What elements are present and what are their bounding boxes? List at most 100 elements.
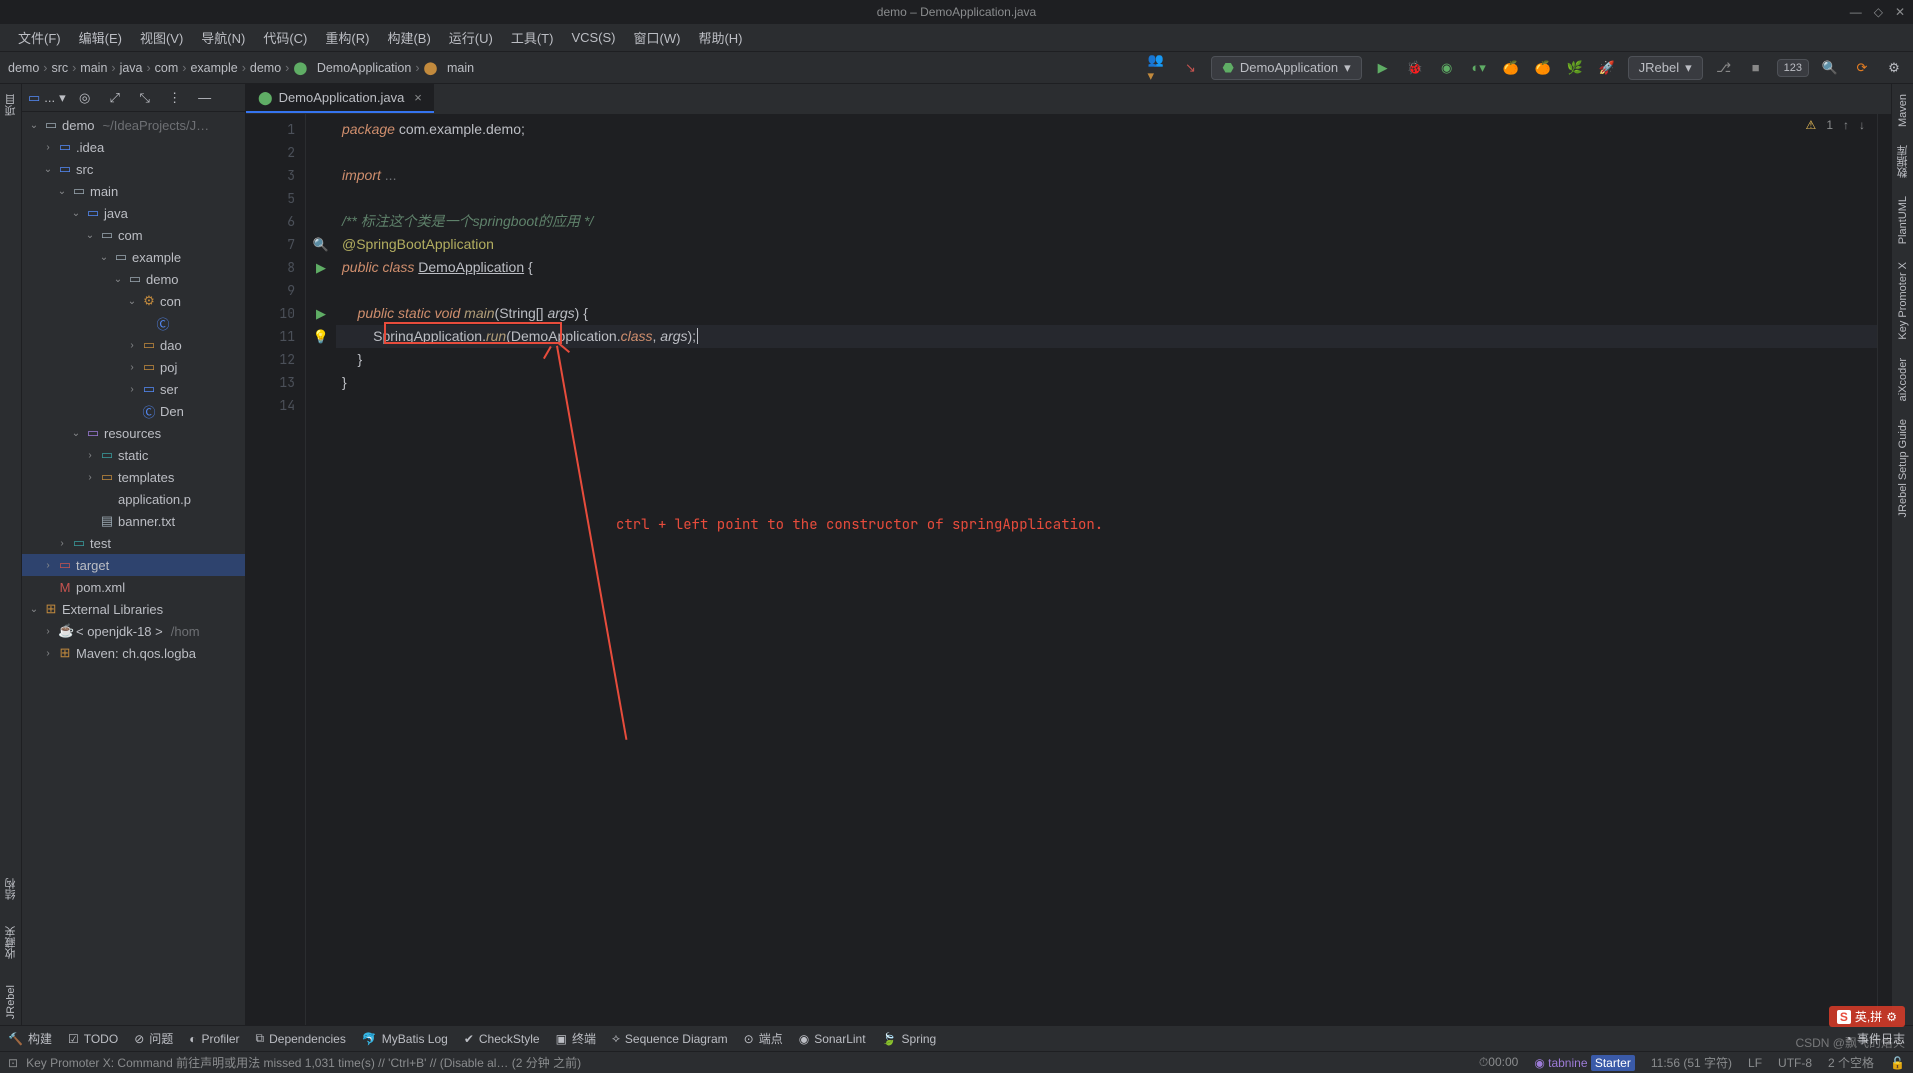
tool-todo[interactable]: ☑TODO (68, 1032, 118, 1046)
tree-row[interactable]: ⌄▭resources (22, 422, 245, 444)
tool-spring[interactable]: 🍃Spring (882, 1032, 937, 1046)
sidebar-tab-database[interactable]: 数据库 (1895, 139, 1911, 184)
tree-row[interactable]: ⌄▭demo (22, 268, 245, 290)
inspection-widget[interactable]: ⚠ 1 ↑ ↓ (1806, 118, 1865, 132)
tree-row[interactable]: ⌄⊞External Libraries (22, 598, 245, 620)
tool-checkstyle[interactable]: ✔CheckStyle (464, 1032, 540, 1046)
crumb-demo[interactable]: demo (8, 61, 39, 75)
menu-help[interactable]: 帮助(H) (690, 25, 750, 50)
status-lock-icon[interactable]: 🔓 (1890, 1056, 1905, 1070)
profile-button[interactable]: ◐▾ (1468, 57, 1490, 79)
error-stripe[interactable] (1877, 114, 1891, 1025)
rocket-icon[interactable]: 🚀 (1596, 57, 1618, 79)
hammer-icon[interactable]: ↘ (1179, 57, 1201, 79)
tree-row[interactable]: application.p (22, 488, 245, 510)
sidebar-tab-keypromoter[interactable]: Key Promoter X (1897, 256, 1909, 346)
menu-file[interactable]: 文件(F) (10, 25, 69, 50)
sidebar-tab-aixcoder[interactable]: aiXcoder (1897, 352, 1909, 407)
crumb-demo-pkg[interactable]: demo (250, 61, 281, 75)
notification-count[interactable]: 123 (1777, 59, 1809, 77)
stop-button[interactable]: ■ (1745, 57, 1767, 79)
target-icon[interactable]: ◎ (74, 87, 96, 109)
tree-row[interactable]: Ⓒ (22, 312, 245, 334)
crumb-src[interactable]: src (51, 61, 68, 75)
run-gutter-icon[interactable]: ▶ (316, 260, 326, 276)
tree-row[interactable]: ⒸDen (22, 400, 245, 422)
tree-row[interactable]: ›▭.idea (22, 136, 245, 158)
tool-endpoints[interactable]: ⊙端点 (744, 1030, 783, 1047)
collapse-icon[interactable]: ⤡ (134, 87, 156, 109)
close-icon[interactable]: ✕ (1895, 5, 1905, 19)
sidebar-tab-structure[interactable]: 结构 (3, 872, 19, 906)
more-icon[interactable]: ⋮ (164, 87, 186, 109)
tree-row[interactable]: ›▭test (22, 532, 245, 554)
status-indent[interactable]: 2 个空格 (1828, 1054, 1874, 1071)
menu-tools[interactable]: 工具(T) (503, 25, 562, 50)
crumb-java[interactable]: java (120, 61, 143, 75)
expand-icon[interactable]: ⤢ (104, 87, 126, 109)
tool-profiler[interactable]: ◐Profiler (189, 1032, 239, 1046)
tree-row[interactable]: ⌄▭com (22, 224, 245, 246)
sidebar-tab-maven[interactable]: Maven (1897, 88, 1909, 133)
status-tabnine[interactable]: ◉ tabnine Starter (1534, 1056, 1635, 1070)
run-gutter-icon-main[interactable]: ▶ (316, 306, 326, 322)
tool-problems[interactable]: ⊘问题 (134, 1030, 173, 1047)
tree-row[interactable]: ⌄▭src (22, 158, 245, 180)
next-highlight-icon[interactable]: ↓ (1859, 118, 1865, 132)
sidebar-tab-project[interactable]: 项目 (3, 88, 19, 122)
menu-edit[interactable]: 编辑(E) (71, 25, 130, 50)
crumb-method[interactable]: ⬤ main (424, 60, 475, 75)
status-cursor-pos[interactable]: 11:56 (51 字符) (1651, 1054, 1732, 1071)
tool-sequence[interactable]: ⟡Sequence Diagram (612, 1031, 728, 1046)
tree-row[interactable]: ›⊞Maven: ch.qos.logba (22, 642, 245, 664)
tree-row[interactable]: ›▭ser (22, 378, 245, 400)
menu-build[interactable]: 构建(B) (379, 25, 438, 50)
tree-row[interactable]: ›▭dao (22, 334, 245, 356)
status-icon[interactable]: ⊡ (8, 1056, 18, 1070)
menu-run[interactable]: 运行(U) (441, 25, 501, 50)
tree-row[interactable]: ›☕< openjdk-18 >/hom (22, 620, 245, 642)
bulb-icon[interactable]: 💡 (313, 329, 329, 345)
search-icon[interactable]: 🔍 (1819, 57, 1841, 79)
jrebel-badge[interactable]: JRebel ▾ (1628, 56, 1703, 80)
status-encoding[interactable]: UTF-8 (1778, 1056, 1812, 1070)
tree-row[interactable]: ›▭target (22, 554, 245, 576)
sync-icon[interactable]: ⟳ (1851, 57, 1873, 79)
tree-row[interactable]: ⌄⚙con (22, 290, 245, 312)
sidebar-tab-jrebel-setup[interactable]: JRebel Setup Guide (1897, 413, 1909, 523)
user-face-icon[interactable]: 👥▾ (1147, 57, 1169, 79)
tool-sonarlint[interactable]: ◉SonarLint (799, 1032, 866, 1046)
jrebel-debug-icon[interactable]: 🍊 (1532, 57, 1554, 79)
ime-indicator[interactable]: S 英,拼 ⚙ (1829, 1006, 1905, 1027)
coverage-button[interactable]: ◉ (1436, 57, 1458, 79)
tree-row[interactable]: ›▭templates (22, 466, 245, 488)
tree-row[interactable]: ⌄▭main (22, 180, 245, 202)
tool-dependencies[interactable]: ⧉Dependencies (256, 1031, 346, 1046)
crumb-example[interactable]: example (190, 61, 237, 75)
hide-panel-icon[interactable]: — (194, 87, 216, 109)
project-view-selector[interactable]: ▭...▾ (28, 90, 66, 106)
jrebel-run-icon[interactable]: 🍊 (1500, 57, 1522, 79)
tool-terminal[interactable]: ▣终端 (556, 1030, 596, 1047)
crumb-class[interactable]: ⬤ DemoApplication (293, 60, 411, 75)
tree-row[interactable]: ▤banner.txt (22, 510, 245, 532)
git-icon[interactable]: ⎇ (1713, 57, 1735, 79)
crumb-com[interactable]: com (155, 61, 179, 75)
menu-vcs[interactable]: VCS(S) (563, 27, 623, 48)
prev-highlight-icon[interactable]: ↑ (1843, 118, 1849, 132)
tree-row[interactable]: ›▭poj (22, 356, 245, 378)
tool-mybatis[interactable]: 🐬MyBatis Log (362, 1032, 448, 1046)
close-tab-icon[interactable]: × (414, 90, 422, 105)
tree-root[interactable]: ⌄ ▭ demo ~/IdeaProjects/J… (22, 114, 245, 136)
search-gutter-icon[interactable]: 🔍 (313, 237, 329, 253)
editor-tab-active[interactable]: ⬤ DemoApplication.java × (246, 84, 434, 113)
menu-view[interactable]: 视图(V) (132, 25, 191, 50)
sidebar-tab-favorites[interactable]: 收藏夹 (3, 920, 19, 965)
sidebar-tab-plantuml[interactable]: PlantUML (1897, 190, 1909, 250)
menu-navigate[interactable]: 导航(N) (193, 25, 253, 50)
debug-button[interactable]: 🐞 (1404, 57, 1426, 79)
tree-row[interactable]: ›▭static (22, 444, 245, 466)
project-tree[interactable]: ⌄ ▭ demo ~/IdeaProjects/J… ›▭.idea⌄▭src⌄… (22, 112, 245, 1025)
leaf-icon[interactable]: 🌿 (1564, 57, 1586, 79)
run-config-selector[interactable]: ⬣ DemoApplication ▾ (1211, 56, 1361, 80)
